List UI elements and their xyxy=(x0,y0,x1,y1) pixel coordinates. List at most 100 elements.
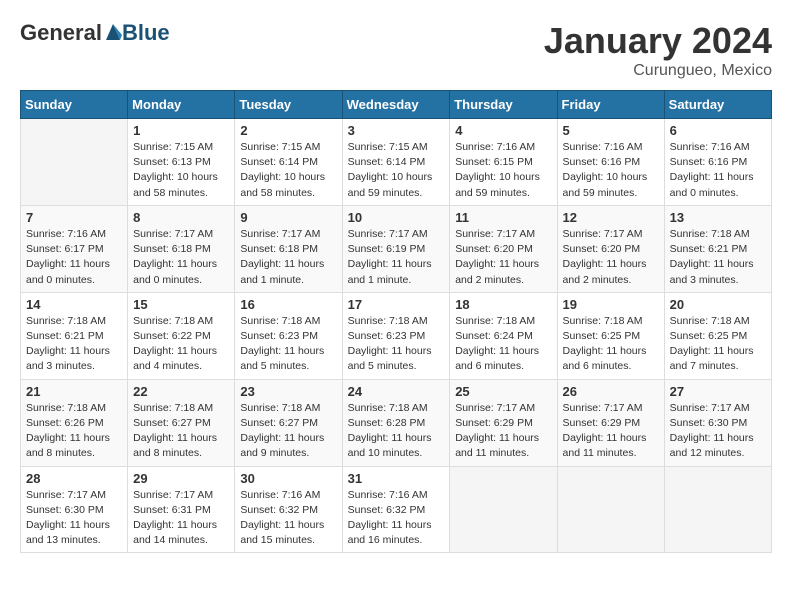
table-cell xyxy=(21,119,128,206)
day-number: 30 xyxy=(240,471,336,486)
day-info: Sunrise: 7:18 AMSunset: 6:21 PMDaylight:… xyxy=(670,227,766,288)
day-info: Sunrise: 7:18 AMSunset: 6:23 PMDaylight:… xyxy=(240,314,336,375)
table-cell: 30 Sunrise: 7:16 AMSunset: 6:32 PMDayligh… xyxy=(235,466,342,553)
day-info: Sunrise: 7:15 AMSunset: 6:14 PMDaylight:… xyxy=(348,140,445,201)
day-number: 28 xyxy=(26,471,122,486)
day-info: Sunrise: 7:18 AMSunset: 6:25 PMDaylight:… xyxy=(670,314,766,375)
table-cell xyxy=(664,466,771,553)
day-number: 26 xyxy=(563,384,659,399)
day-number: 15 xyxy=(133,297,229,312)
table-cell: 27 Sunrise: 7:17 AMSunset: 6:30 PMDayligh… xyxy=(664,379,771,466)
week-row-2: 7Sunrise: 7:16 AMSunset: 6:17 PMDaylight… xyxy=(21,205,772,292)
day-info: Sunrise: 7:16 AMSunset: 6:16 PMDaylight:… xyxy=(563,140,659,201)
day-info: Sunrise: 7:16 AMSunset: 6:32 PMDaylight:… xyxy=(348,488,445,549)
table-cell: 22 Sunrise: 7:18 AMSunset: 6:27 PMDayligh… xyxy=(128,379,235,466)
day-number: 22 xyxy=(133,384,229,399)
day-info: Sunrise: 7:18 AMSunset: 6:27 PMDaylight:… xyxy=(240,401,336,462)
day-number: 17 xyxy=(348,297,445,312)
day-number: 27 xyxy=(670,384,766,399)
day-info: Sunrise: 7:17 AMSunset: 6:18 PMDaylight:… xyxy=(133,227,229,288)
day-info: Sunrise: 7:17 AMSunset: 6:29 PMDaylight:… xyxy=(455,401,551,462)
day-number: 20 xyxy=(670,297,766,312)
table-cell: 23 Sunrise: 7:18 AMSunset: 6:27 PMDayligh… xyxy=(235,379,342,466)
day-info: Sunrise: 7:17 AMSunset: 6:29 PMDaylight:… xyxy=(563,401,659,462)
table-cell xyxy=(557,466,664,553)
day-info: Sunrise: 7:18 AMSunset: 6:27 PMDaylight:… xyxy=(133,401,229,462)
table-cell: 8 Sunrise: 7:17 AMSunset: 6:18 PMDaylight… xyxy=(128,205,235,292)
header-saturday: Saturday xyxy=(664,91,771,119)
table-cell: 16 Sunrise: 7:18 AMSunset: 6:23 PMDayligh… xyxy=(235,292,342,379)
header: General Blue January 2024 Curungueo, Mex… xyxy=(20,20,772,80)
table-cell: 18Sunrise: 7:18 AMSunset: 6:24 PMDayligh… xyxy=(450,292,557,379)
day-info: Sunrise: 7:16 AMSunset: 6:15 PMDaylight:… xyxy=(455,140,551,201)
header-thursday: Thursday xyxy=(450,91,557,119)
day-number: 23 xyxy=(240,384,336,399)
location-text: Curungueo, Mexico xyxy=(544,62,772,80)
table-cell: 11Sunrise: 7:17 AMSunset: 6:20 PMDayligh… xyxy=(450,205,557,292)
day-number: 24 xyxy=(348,384,445,399)
day-info: Sunrise: 7:18 AMSunset: 6:22 PMDaylight:… xyxy=(133,314,229,375)
calendar-table: Sunday Monday Tuesday Wednesday Thursday… xyxy=(20,90,772,553)
day-number: 10 xyxy=(348,210,445,225)
day-number: 3 xyxy=(348,123,445,138)
day-number: 2 xyxy=(240,123,336,138)
table-cell: 31 Sunrise: 7:16 AMSunset: 6:32 PMDayligh… xyxy=(342,466,450,553)
day-number: 16 xyxy=(240,297,336,312)
month-year-title: January 2024 xyxy=(544,20,772,62)
day-number: 25 xyxy=(455,384,551,399)
day-info: Sunrise: 7:17 AMSunset: 6:30 PMDaylight:… xyxy=(670,401,766,462)
day-number: 29 xyxy=(133,471,229,486)
day-info: Sunrise: 7:18 AMSunset: 6:21 PMDaylight:… xyxy=(26,314,122,375)
table-cell: 7Sunrise: 7:16 AMSunset: 6:17 PMDaylight… xyxy=(21,205,128,292)
day-number: 7 xyxy=(26,210,122,225)
table-cell: 17 Sunrise: 7:18 AMSunset: 6:23 PMDayligh… xyxy=(342,292,450,379)
table-cell: 29 Sunrise: 7:17 AMSunset: 6:31 PMDayligh… xyxy=(128,466,235,553)
logo: General Blue xyxy=(20,20,170,46)
day-number: 5 xyxy=(563,123,659,138)
logo-icon xyxy=(104,20,122,42)
day-number: 1 xyxy=(133,123,229,138)
day-number: 13 xyxy=(670,210,766,225)
table-cell: 24 Sunrise: 7:18 AMSunset: 6:28 PMDayligh… xyxy=(342,379,450,466)
table-cell: 14Sunrise: 7:18 AMSunset: 6:21 PMDayligh… xyxy=(21,292,128,379)
week-row-1: 1Sunrise: 7:15 AMSunset: 6:13 PMDaylight… xyxy=(21,119,772,206)
header-tuesday: Tuesday xyxy=(235,91,342,119)
table-cell: 3 Sunrise: 7:15 AMSunset: 6:14 PMDaylight… xyxy=(342,119,450,206)
weekday-header-row: Sunday Monday Tuesday Wednesday Thursday… xyxy=(21,91,772,119)
table-cell: 20 Sunrise: 7:18 AMSunset: 6:25 PMDayligh… xyxy=(664,292,771,379)
day-info: Sunrise: 7:17 AMSunset: 6:20 PMDaylight:… xyxy=(563,227,659,288)
day-info: Sunrise: 7:18 AMSunset: 6:25 PMDaylight:… xyxy=(563,314,659,375)
table-cell: 12Sunrise: 7:17 AMSunset: 6:20 PMDayligh… xyxy=(557,205,664,292)
day-number: 8 xyxy=(133,210,229,225)
day-info: Sunrise: 7:17 AMSunset: 6:20 PMDaylight:… xyxy=(455,227,551,288)
table-cell: 15 Sunrise: 7:18 AMSunset: 6:22 PMDayligh… xyxy=(128,292,235,379)
day-number: 6 xyxy=(670,123,766,138)
table-cell xyxy=(450,466,557,553)
day-number: 31 xyxy=(348,471,445,486)
day-info: Sunrise: 7:15 AMSunset: 6:14 PMDaylight:… xyxy=(240,140,336,201)
day-info: Sunrise: 7:17 AMSunset: 6:31 PMDaylight:… xyxy=(133,488,229,549)
table-cell: 25 Sunrise: 7:17 AMSunset: 6:29 PMDayligh… xyxy=(450,379,557,466)
table-cell: 21Sunrise: 7:18 AMSunset: 6:26 PMDayligh… xyxy=(21,379,128,466)
day-number: 19 xyxy=(563,297,659,312)
table-cell: 5 Sunrise: 7:16 AMSunset: 6:16 PMDaylight… xyxy=(557,119,664,206)
header-sunday: Sunday xyxy=(21,91,128,119)
day-number: 21 xyxy=(26,384,122,399)
header-monday: Monday xyxy=(128,91,235,119)
logo-general-text: General xyxy=(20,20,102,46)
table-cell: 13 Sunrise: 7:18 AMSunset: 6:21 PMDayligh… xyxy=(664,205,771,292)
day-info: Sunrise: 7:18 AMSunset: 6:23 PMDaylight:… xyxy=(348,314,445,375)
day-number: 9 xyxy=(240,210,336,225)
table-cell: 1Sunrise: 7:15 AMSunset: 6:13 PMDaylight… xyxy=(128,119,235,206)
table-cell: 4 Sunrise: 7:16 AMSunset: 6:15 PMDaylight… xyxy=(450,119,557,206)
day-info: Sunrise: 7:16 AMSunset: 6:32 PMDaylight:… xyxy=(240,488,336,549)
day-number: 4 xyxy=(455,123,551,138)
table-cell: 10Sunrise: 7:17 AMSunset: 6:19 PMDayligh… xyxy=(342,205,450,292)
table-cell: 26 Sunrise: 7:17 AMSunset: 6:29 PMDayligh… xyxy=(557,379,664,466)
page-container: General Blue January 2024 Curungueo, Mex… xyxy=(20,20,772,553)
day-number: 18 xyxy=(455,297,551,312)
table-cell: 6Sunrise: 7:16 AMSunset: 6:16 PMDaylight… xyxy=(664,119,771,206)
day-info: Sunrise: 7:17 AMSunset: 6:30 PMDaylight:… xyxy=(26,488,122,549)
title-section: January 2024 Curungueo, Mexico xyxy=(544,20,772,80)
day-info: Sunrise: 7:18 AMSunset: 6:28 PMDaylight:… xyxy=(348,401,445,462)
